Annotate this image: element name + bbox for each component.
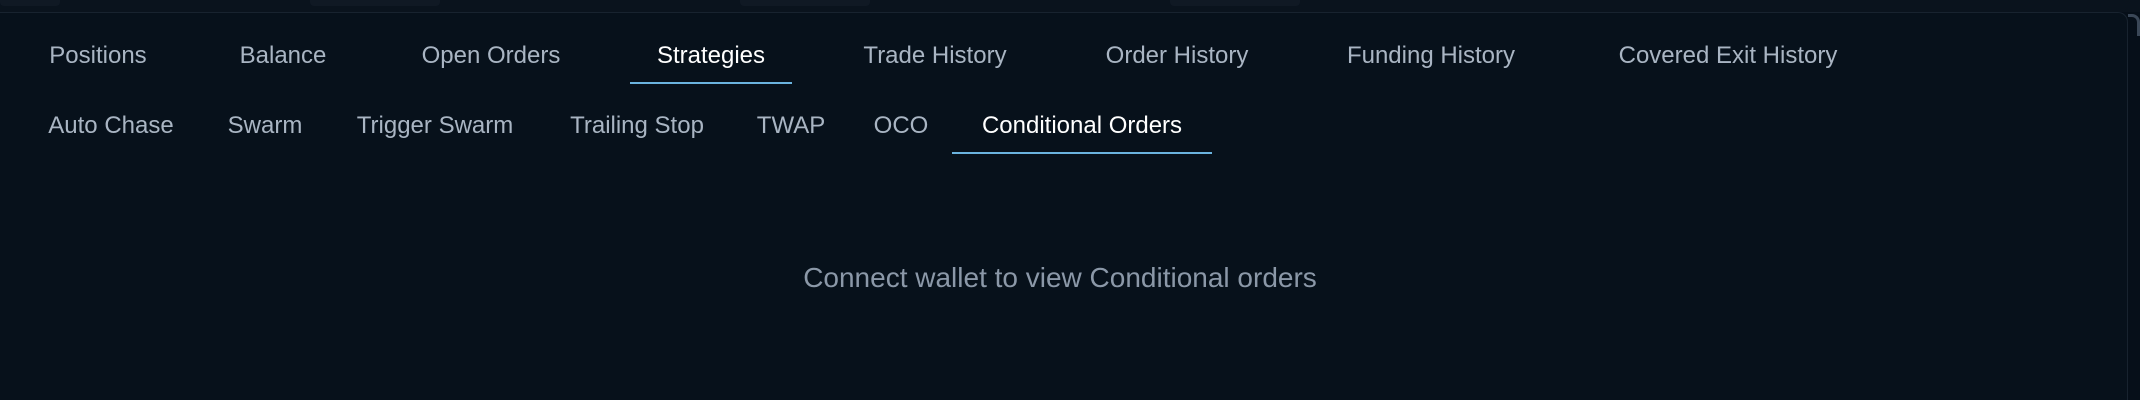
top-cropped-strip xyxy=(0,0,2140,12)
cropped-element xyxy=(740,0,870,6)
tab-strategies[interactable]: Strategies xyxy=(630,28,792,84)
strategy-tab-bar: Auto Chase Swarm Trigger Swarm Trailing … xyxy=(0,98,2140,154)
empty-state-message: Connect wallet to view Conditional order… xyxy=(803,262,1317,293)
cropped-element xyxy=(1170,0,1300,6)
tab-trigger-swarm[interactable]: Trigger Swarm xyxy=(342,98,528,154)
tab-funding-history[interactable]: Funding History xyxy=(1320,28,1542,84)
cropped-element xyxy=(0,0,60,6)
tab-balance[interactable]: Balance xyxy=(218,28,348,84)
tab-oco[interactable]: OCO xyxy=(864,98,938,154)
tab-order-history[interactable]: Order History xyxy=(1080,28,1274,84)
tab-open-orders[interactable]: Open Orders xyxy=(398,28,584,84)
tab-swarm[interactable]: Swarm xyxy=(218,98,312,154)
tab-trade-history[interactable]: Trade History xyxy=(838,28,1032,84)
tab-auto-chase[interactable]: Auto Chase xyxy=(36,98,186,154)
tab-trailing-stop[interactable]: Trailing Stop xyxy=(556,98,718,154)
tab-positions[interactable]: Positions xyxy=(28,28,168,84)
tab-twap[interactable]: TWAP xyxy=(744,98,838,154)
tab-covered-exit-history[interactable]: Covered Exit History xyxy=(1590,28,1866,84)
cropped-element xyxy=(310,0,440,6)
tab-conditional-orders[interactable]: Conditional Orders xyxy=(952,98,1212,154)
primary-tab-bar: Positions Balance Open Orders Strategies… xyxy=(0,28,2140,84)
